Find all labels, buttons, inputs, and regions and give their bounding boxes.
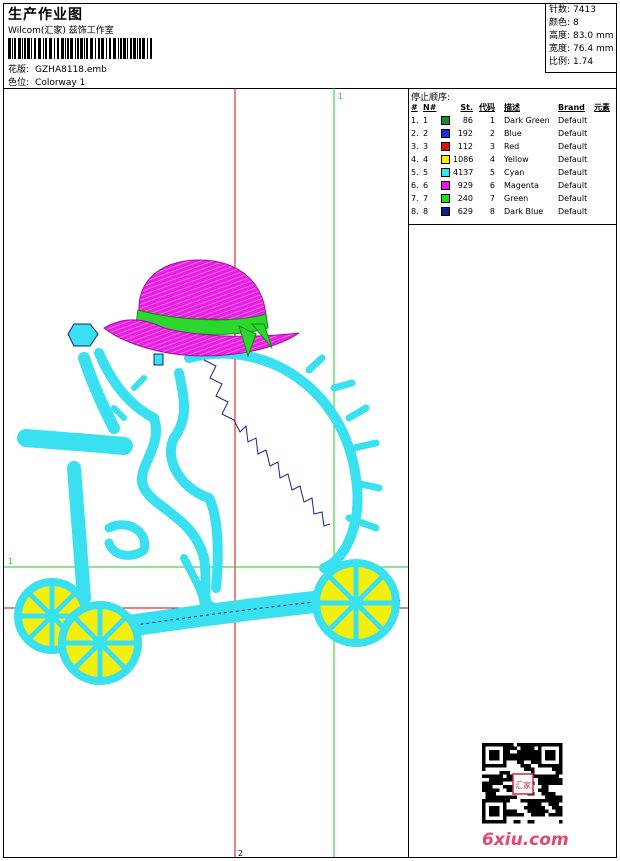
table-row: 7. 7 240 7 Green Default <box>411 194 588 203</box>
color-swatch <box>441 207 450 216</box>
color-swatch <box>441 129 450 138</box>
barcode <box>8 38 152 59</box>
stat-height: 高度: 83.0 mm <box>549 31 614 41</box>
guide-label-v2: 2 <box>238 849 243 857</box>
design-filename: GZHA8118.emb <box>35 65 107 75</box>
hat <box>103 259 300 358</box>
table-row: 3. 3 112 3 Red Default <box>411 142 588 151</box>
table-bottom-rule <box>409 224 617 225</box>
table-row: 5. 5 4137 5 Cyan Default <box>411 168 588 177</box>
table-header: # N# St. 代码 描述 Brand 元素 <box>411 103 610 112</box>
stamp-text: 汇家 <box>515 780 531 790</box>
stat-width: 宽度: 76.4 mm <box>549 44 614 54</box>
qr-code: 汇家 <box>482 743 563 824</box>
guide-label-h1: 1 <box>8 557 13 566</box>
color-swatch <box>441 181 450 190</box>
stop-sequence-table: # N# St. 代码 描述 Brand 元素 1. 1 86 1 Dark Green… <box>409 101 617 218</box>
design-file-row: 花版: GZHA8118.emb <box>8 62 107 75</box>
color-swatch <box>441 142 450 151</box>
production-sheet: 生产作业图 Wilcom(汇家) 兹饰工作室 花版: GZHA8118.emb 色… <box>3 3 617 858</box>
header: 生产作业图 Wilcom(汇家) 兹饰工作室 花版: GZHA8118.emb 色… <box>4 4 616 89</box>
table-row: 2. 2 192 2 Blue Default <box>411 129 588 138</box>
rear-wheel <box>312 559 400 647</box>
color-swatch <box>441 155 450 164</box>
guide-label-v1: 1 <box>338 92 343 101</box>
page-title: 生产作业图 <box>8 7 83 23</box>
site-logo: 6xiu.com <box>482 830 569 850</box>
colorway-label: 色位: <box>8 78 30 88</box>
embroidery-preview: 1 1 2 2 <box>4 88 408 858</box>
design-stats: 针数: 7413 颜色: 8 高度: 83.0 mm 宽度: 76.4 mm 比例: 1.… <box>545 4 617 73</box>
design-canvas: 1 1 2 2 <box>4 88 408 858</box>
company-name: Wilcom(汇家) 兹饰工作室 <box>8 26 114 36</box>
stat-colors: 颜色: 8 <box>549 18 579 28</box>
small-square <box>153 353 164 366</box>
table-row: 4. 4 1086 4 Yellow Default <box>411 155 588 164</box>
front-wheel-right <box>58 601 142 685</box>
table-row: 8. 8 629 8 Dark Blue Default <box>411 207 588 216</box>
table-row: 6. 6 929 6 Magenta Default <box>411 181 588 190</box>
stat-stitches: 针数: 7413 <box>549 5 596 15</box>
handle-knob <box>67 323 99 347</box>
colorway-value: Colorway 1 <box>35 78 86 88</box>
table-row: 1. 1 86 1 Dark Green Default <box>411 116 588 125</box>
color-swatch <box>441 194 450 203</box>
color-swatch <box>441 168 450 177</box>
stat-ratio: 比例: 1.74 <box>549 57 594 67</box>
color-swatch <box>441 116 450 125</box>
design-label: 花版: <box>8 65 30 75</box>
colorway-row: 色位: Colorway 1 <box>8 75 85 88</box>
